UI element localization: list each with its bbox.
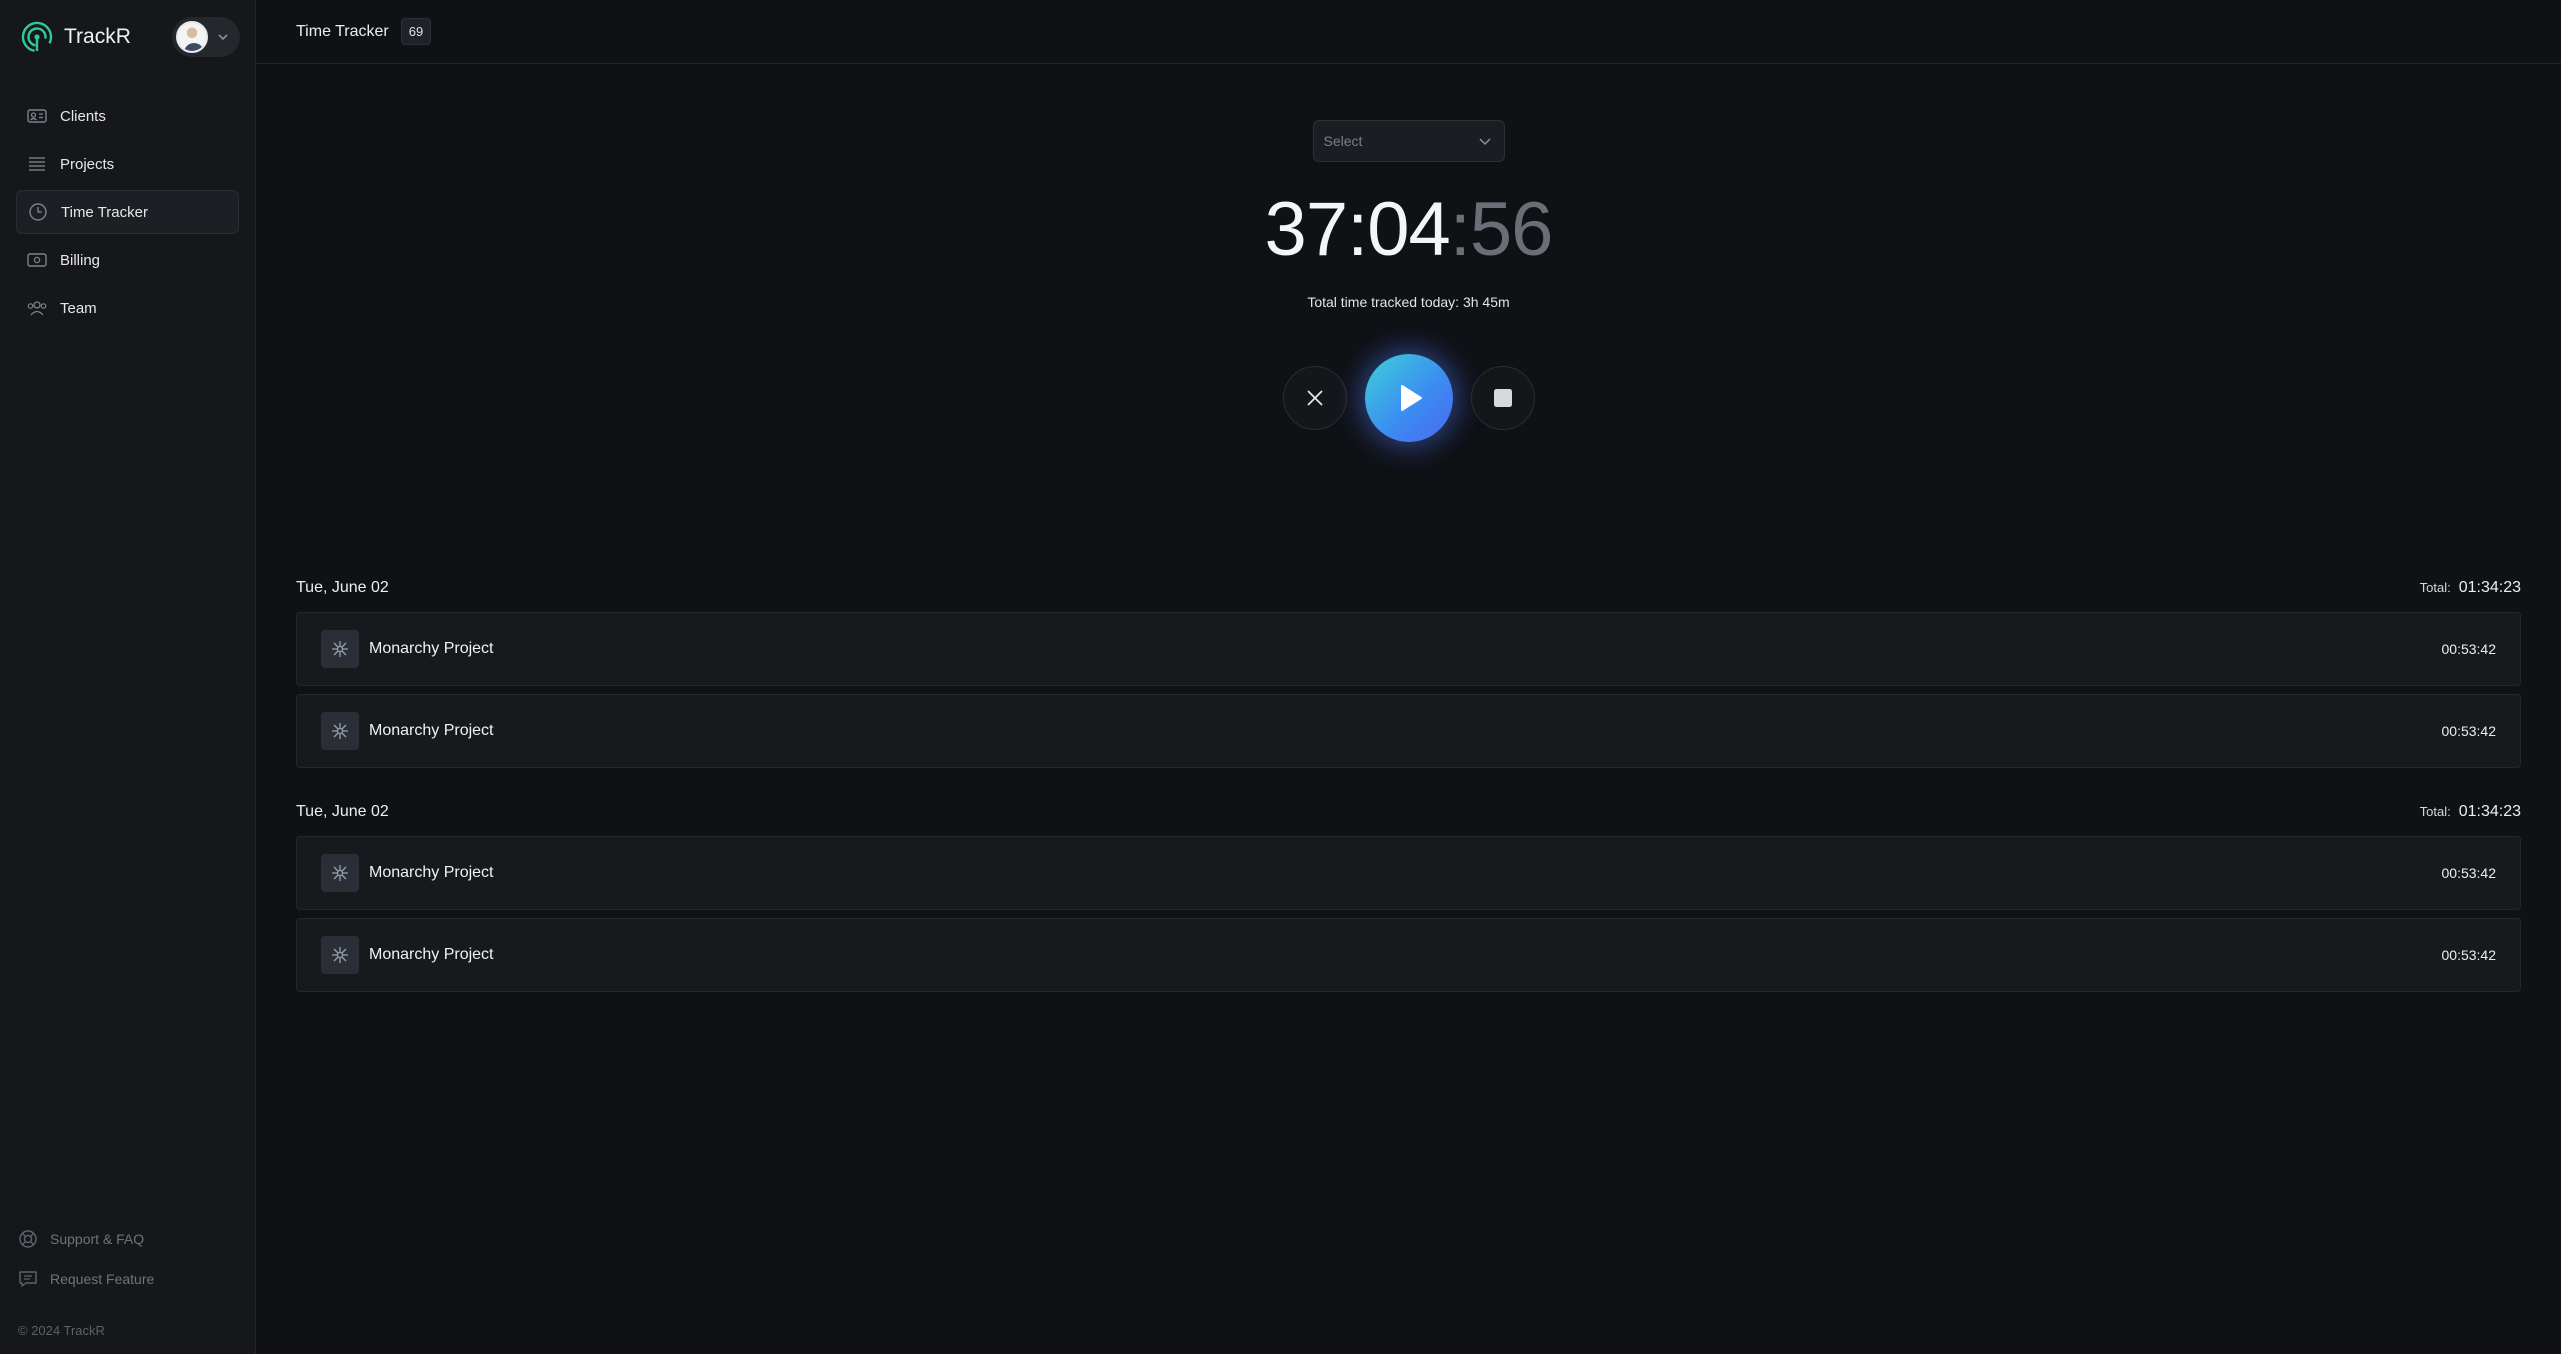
list-icon [26, 153, 48, 175]
sidebar-item-projects[interactable]: Projects [16, 142, 239, 186]
money-icon [26, 249, 48, 271]
id-card-icon [26, 105, 48, 127]
play-button[interactable] [1364, 354, 1453, 442]
entry-group: Tue, June 02 Total: 01:34:23 Monarchy Pr… [296, 798, 2521, 992]
time-entry-info: Monarchy Project [321, 936, 494, 974]
chevron-down-icon [218, 34, 228, 41]
timer-hours: 37 [1264, 187, 1349, 272]
entry-duration: 00:53:42 [2441, 865, 2497, 881]
stop-button[interactable] [1470, 366, 1535, 430]
timer-display: 37:04:56 [1265, 192, 1554, 268]
time-entry-info: Monarchy Project [321, 712, 494, 750]
message-icon [18, 1269, 38, 1289]
timer-panel: Select 37:04:56 Total time tracked today… [256, 64, 2561, 442]
entry-duration: 00:53:42 [2441, 641, 2497, 657]
topbar: Time Tracker 69 [256, 0, 2561, 64]
sidebar: TrackR Clients Projects Time Tracker Bil… [0, 0, 256, 1354]
project-icon [321, 854, 359, 892]
timer-separator: : [1449, 187, 1471, 272]
page-title: Time Tracker [296, 22, 389, 40]
group-total: Total: 01:34:23 [2420, 803, 2521, 821]
account-menu[interactable] [172, 17, 240, 57]
entry-group-header: Tue, June 02 Total: 01:34:23 [296, 798, 2521, 826]
sidebar-item-label: Clients [60, 107, 106, 125]
sidebar-item-label: Time Tracker [61, 203, 148, 221]
entry-group-header: Tue, June 02 Total: 01:34:23 [296, 574, 2521, 602]
timer-minutes: 04 [1367, 187, 1451, 272]
project-icon [321, 630, 359, 668]
time-entry-info: Monarchy Project [321, 854, 494, 892]
request-feature-label: Request Feature [50, 1271, 155, 1287]
group-total-value: 01:34:23 [2458, 803, 2521, 820]
entry-project-name: Monarchy Project [369, 864, 494, 881]
count-badge: 69 [400, 18, 432, 45]
copyright: © 2024 TrackR [18, 1323, 105, 1338]
request-feature-link[interactable]: Request Feature [0, 1259, 255, 1299]
chevron-down-icon [1478, 138, 1491, 146]
time-entries: Tue, June 02 Total: 01:34:23 Monarchy Pr… [296, 574, 2521, 1022]
project-icon [321, 936, 359, 974]
lifebuoy-icon [18, 1229, 38, 1249]
discard-button[interactable] [1282, 366, 1347, 430]
entry-project-name: Monarchy Project [369, 946, 494, 963]
support-faq-link[interactable]: Support & FAQ [0, 1219, 255, 1259]
clock-icon [27, 201, 49, 223]
time-entry[interactable]: Monarchy Project 00:53:42 [296, 918, 2521, 992]
sidebar-item-label: Billing [60, 251, 101, 269]
time-entry-info: Monarchy Project [321, 630, 494, 668]
time-entry[interactable]: Monarchy Project 00:53:42 [296, 694, 2521, 768]
sidebar-item-label: Team [60, 299, 97, 317]
entry-group: Tue, June 02 Total: 01:34:23 Monarchy Pr… [296, 574, 2521, 768]
entry-duration: 00:53:42 [2441, 723, 2497, 739]
play-icon [1400, 385, 1422, 411]
project-select-placeholder: Select [1323, 133, 1363, 149]
support-faq-label: Support & FAQ [50, 1231, 145, 1247]
sidebar-footer: Support & FAQ Request Feature © 2024 Tra… [0, 1219, 255, 1354]
time-entry[interactable]: Monarchy Project 00:53:42 [296, 836, 2521, 910]
time-entry[interactable]: Monarchy Project 00:53:42 [296, 612, 2521, 686]
sidebar-item-clients[interactable]: Clients [16, 94, 239, 138]
close-icon [1306, 390, 1323, 406]
entry-project-name: Monarchy Project [369, 722, 494, 739]
group-total-label: Total: [2419, 580, 2451, 595]
timer-seconds: 56 [1469, 187, 1554, 272]
sidebar-item-label: Projects [60, 155, 115, 173]
main-content: Time Tracker 69 Select 37:04:56 Total ti… [256, 0, 2561, 1354]
group-total-label: Total: [2419, 804, 2451, 819]
trackr-logo-icon [21, 21, 53, 53]
sidebar-item-billing[interactable]: Billing [16, 238, 239, 282]
users-icon [26, 297, 48, 319]
sidebar-nav: Clients Projects Time Tracker Billing Te… [0, 94, 255, 330]
sidebar-item-time-tracker[interactable]: Time Tracker [16, 190, 239, 234]
project-select[interactable]: Select [1312, 120, 1505, 162]
group-total: Total: 01:34:23 [2420, 579, 2521, 597]
sidebar-item-team[interactable]: Team [16, 286, 239, 330]
group-total-value: 01:34:23 [2458, 579, 2521, 596]
project-icon [321, 712, 359, 750]
entry-duration: 00:53:42 [2441, 947, 2497, 963]
avatar [176, 21, 208, 53]
today-total: Total time tracked today: 3h 45m [1307, 294, 1510, 310]
brand-name: TrackR [64, 25, 131, 48]
entry-project-name: Monarchy Project [369, 640, 494, 657]
stop-icon [1493, 389, 1512, 407]
group-date: Tue, June 02 [296, 579, 389, 596]
timer-controls [1282, 354, 1535, 442]
group-date: Tue, June 02 [296, 803, 389, 820]
timer-separator: : [1347, 187, 1368, 272]
